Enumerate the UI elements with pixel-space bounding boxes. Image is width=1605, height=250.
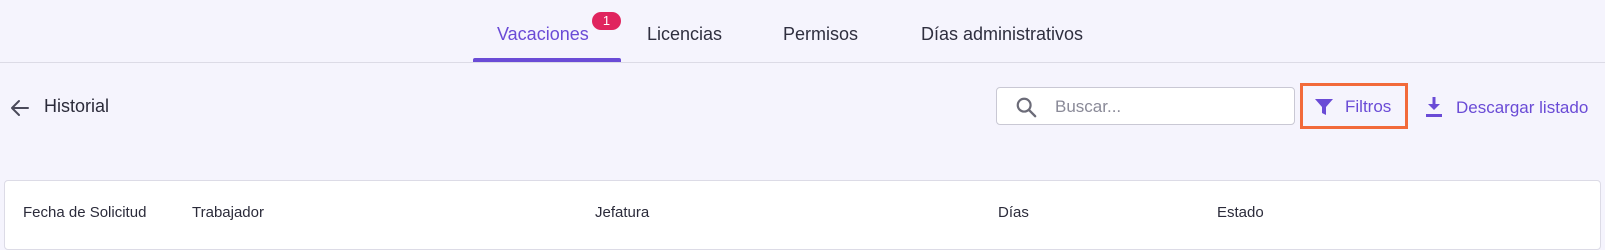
search-input[interactable] <box>1053 94 1287 120</box>
tab-vacaciones[interactable]: Vacaciones <box>497 24 589 62</box>
search-icon <box>1016 97 1037 118</box>
column-header-fecha[interactable]: Fecha de Solicitud <box>23 204 146 221</box>
column-header-jefatura[interactable]: Jefatura <box>595 204 649 221</box>
back-button[interactable] <box>8 96 32 120</box>
filters-label: Filtros <box>1345 97 1392 116</box>
tab-permisos[interactable]: Permisos <box>783 24 858 62</box>
notification-badge: 1 <box>592 12 621 30</box>
tab-licencias[interactable]: Licencias <box>647 24 722 62</box>
search-box[interactable] <box>996 87 1295 125</box>
page-title: Historial <box>44 96 110 116</box>
tab-label: Vacaciones <box>497 24 589 44</box>
tab-label: Permisos <box>783 24 859 44</box>
tab-dias-administrativos[interactable]: Días administrativos <box>921 24 1083 62</box>
column-header-dias[interactable]: Días <box>998 204 1029 221</box>
tab-label: Licencias <box>647 24 723 44</box>
download-label: Descargar listado <box>1456 98 1589 117</box>
tab-label: Días administrativos <box>921 24 1084 44</box>
download-icon <box>1426 97 1442 117</box>
tab-bar: Vacaciones 1 Licencias Permisos Días adm… <box>0 0 1605 63</box>
filters-button[interactable]: Filtros <box>1300 83 1408 129</box>
history-table: Fecha de Solicitud Trabajador Jefatura D… <box>4 180 1601 250</box>
column-header-estado[interactable]: Estado <box>1217 204 1264 221</box>
active-tab-indicator <box>473 58 621 62</box>
filter-icon <box>1315 99 1333 115</box>
column-header-trabajador[interactable]: Trabajador <box>192 204 264 221</box>
arrow-left-icon <box>11 100 29 116</box>
